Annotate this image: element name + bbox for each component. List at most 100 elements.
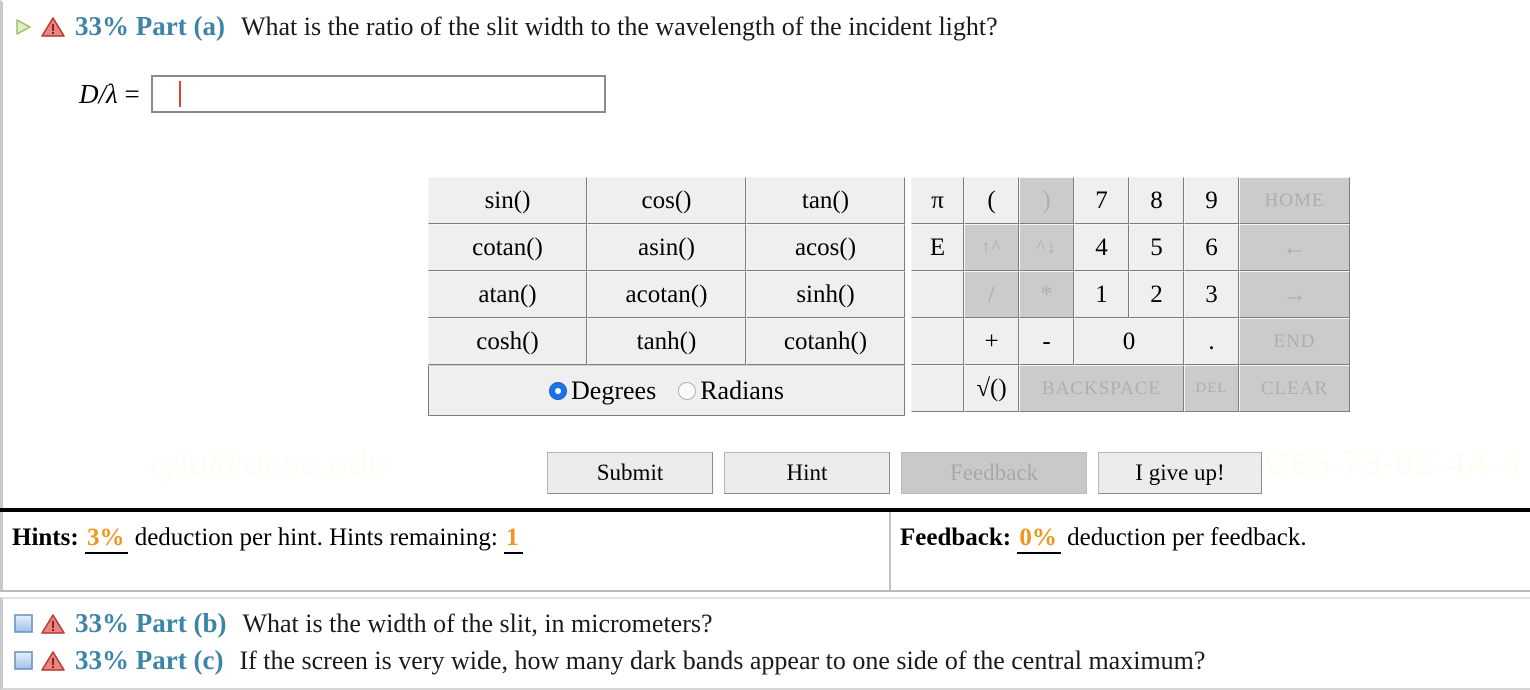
keypad-row-5: √() BACKSPACE DEL CLEAR (911, 365, 1350, 412)
key-plus[interactable]: + (964, 318, 1019, 365)
key-tan[interactable]: tan() (746, 177, 905, 224)
key-backspace: BACKSPACE (1019, 365, 1184, 412)
key-divide: / (964, 271, 1019, 318)
key-asin[interactable]: asin() (587, 224, 746, 271)
radio-radians[interactable] (678, 381, 697, 400)
key-minus[interactable]: - (1019, 318, 1074, 365)
function-row: sin() cos() tan() (428, 177, 905, 224)
collapsed-parts-list: 33% Part (b) What is the width of the sl… (0, 597, 1530, 690)
part-a-header: 33% Part (a) What is the ratio of the sl… (13, 11, 998, 42)
keypad-row-4: + - 0 . END (911, 318, 1350, 365)
key-square-root[interactable]: √() (964, 365, 1019, 412)
key-exponent-e[interactable]: E (911, 224, 964, 271)
key-9[interactable]: 9 (1184, 177, 1239, 224)
part-b-percent-label: 33% Part (b) (75, 608, 227, 638)
key-arrow-right: → (1239, 271, 1350, 318)
function-row: cosh() tanh() cotanh() (428, 318, 905, 365)
feedback-deduction-value: 0% (1017, 524, 1061, 554)
key-cotanh[interactable]: cotanh() (746, 318, 905, 365)
key-6[interactable]: 6 (1184, 224, 1239, 271)
action-button-row: Submit Hint Feedback I give up! (547, 452, 1262, 494)
function-row: cotan() asin() acos() (428, 224, 905, 271)
checkbox-square-icon[interactable] (14, 651, 33, 670)
numeric-keypad: π ( ) 7 8 9 HOME E ↑^ ^↓ 4 5 6 ← / * 1 2… (911, 177, 1350, 412)
give-up-button[interactable]: I give up! (1098, 452, 1262, 494)
function-row: atan() acotan() sinh() (428, 271, 905, 318)
key-acos[interactable]: acos() (746, 224, 905, 271)
key-2[interactable]: 2 (1129, 271, 1184, 318)
feedback-text-line: Feedback: 0% deduction per feedback. (900, 524, 1530, 554)
function-keypad: sin() cos() tan() cotan() asin() acos() … (428, 177, 905, 416)
hints-feedback-bar: Hints: 3% deduction per hint. Hints rema… (0, 508, 1530, 592)
part-a-panel: 33% Part (a) What is the ratio of the sl… (0, 0, 1530, 508)
text-caret (179, 81, 181, 107)
hints-middle-text: deduction per hint. Hints remaining: (134, 524, 498, 551)
key-1[interactable]: 1 (1074, 271, 1129, 318)
part-a-question-text: What is the ratio of the slit width to t… (240, 11, 998, 41)
key-atan[interactable]: atan() (428, 271, 587, 318)
hints-title: Hints: (12, 524, 79, 551)
warning-triangle-icon[interactable] (41, 650, 65, 672)
key-pi[interactable]: π (911, 177, 964, 224)
checkbox-square-icon[interactable] (14, 614, 33, 633)
answer-label: D/λ = (79, 79, 140, 110)
hint-button[interactable]: Hint (724, 452, 890, 494)
key-decimal[interactable]: . (1184, 318, 1239, 365)
submit-button[interactable]: Submit (547, 452, 713, 494)
radio-degrees[interactable] (549, 381, 568, 400)
feedback-button: Feedback (901, 452, 1087, 494)
key-sin[interactable]: sin() (428, 177, 587, 224)
feedback-title: Feedback: (900, 524, 1012, 551)
key-cos[interactable]: cos() (587, 177, 746, 224)
answer-variable: D/λ (79, 78, 118, 109)
calculator-widget: sin() cos() tan() cotan() asin() acos() … (428, 177, 1350, 416)
warning-triangle-icon[interactable] (41, 16, 65, 38)
key-4[interactable]: 4 (1074, 224, 1129, 271)
key-blank-1[interactable] (911, 271, 964, 318)
key-cosh[interactable]: cosh() (428, 318, 587, 365)
key-sinh[interactable]: sinh() (746, 271, 905, 318)
key-8[interactable]: 8 (1129, 177, 1184, 224)
key-end: END (1239, 318, 1350, 365)
part-c-percent-label: 33% Part (c) (75, 645, 224, 675)
key-acotan[interactable]: acotan() (587, 271, 746, 318)
keypad-row-3: / * 1 2 3 → (911, 271, 1350, 318)
key-tanh[interactable]: tanh() (587, 318, 746, 365)
key-0[interactable]: 0 (1074, 318, 1184, 365)
feedback-section: Feedback: 0% deduction per feedback. (891, 512, 1530, 590)
hints-section: Hints: 3% deduction per hint. Hints rema… (0, 512, 891, 590)
key-blank-3[interactable] (911, 365, 964, 412)
feedback-trailing-text: deduction per feedback. (1067, 524, 1307, 551)
key-blank-2[interactable] (911, 318, 964, 365)
warning-triangle-icon[interactable] (41, 613, 65, 635)
hints-remaining-value: 1 (504, 524, 523, 554)
key-close-paren: ) (1019, 177, 1074, 224)
part-a-percent-label: 33% Part (a) (75, 11, 225, 41)
key-open-paren[interactable]: ( (964, 177, 1019, 224)
answer-equals: = (117, 78, 140, 109)
key-clear: CLEAR (1239, 365, 1350, 412)
label-radians: Radians (700, 375, 784, 405)
part-b-question-text: What is the width of the slit, in microm… (242, 608, 713, 638)
answer-input[interactable] (150, 75, 606, 113)
key-5[interactable]: 5 (1129, 224, 1184, 271)
answer-row: D/λ = (79, 75, 606, 113)
keypad-row-1: π ( ) 7 8 9 HOME (911, 177, 1350, 224)
key-3[interactable]: 3 (1184, 271, 1239, 318)
angle-mode-cell: Degrees Radians (428, 365, 905, 416)
play-triangle-icon[interactable] (13, 17, 33, 37)
key-arrow-left: ← (1239, 224, 1350, 271)
key-home: HOME (1239, 177, 1350, 224)
key-cotan[interactable]: cotan() (428, 224, 587, 271)
part-b-row[interactable]: 33% Part (b) What is the width of the sl… (3, 605, 1530, 642)
key-7[interactable]: 7 (1074, 177, 1129, 224)
keypad-row-2: E ↑^ ^↓ 4 5 6 ← (911, 224, 1350, 271)
part-c-question-text: If the screen is very wide, how many dar… (239, 645, 1206, 675)
key-multiply: * (1019, 271, 1074, 318)
part-c-row[interactable]: 33% Part (c) If the screen is very wide,… (3, 642, 1530, 679)
label-degrees: Degrees (571, 375, 657, 405)
key-del: DEL (1184, 365, 1239, 412)
hints-text-line: Hints: 3% deduction per hint. Hints rema… (12, 524, 889, 554)
key-subscript: ^↓ (1019, 224, 1074, 271)
key-superscript: ↑^ (964, 224, 1019, 271)
